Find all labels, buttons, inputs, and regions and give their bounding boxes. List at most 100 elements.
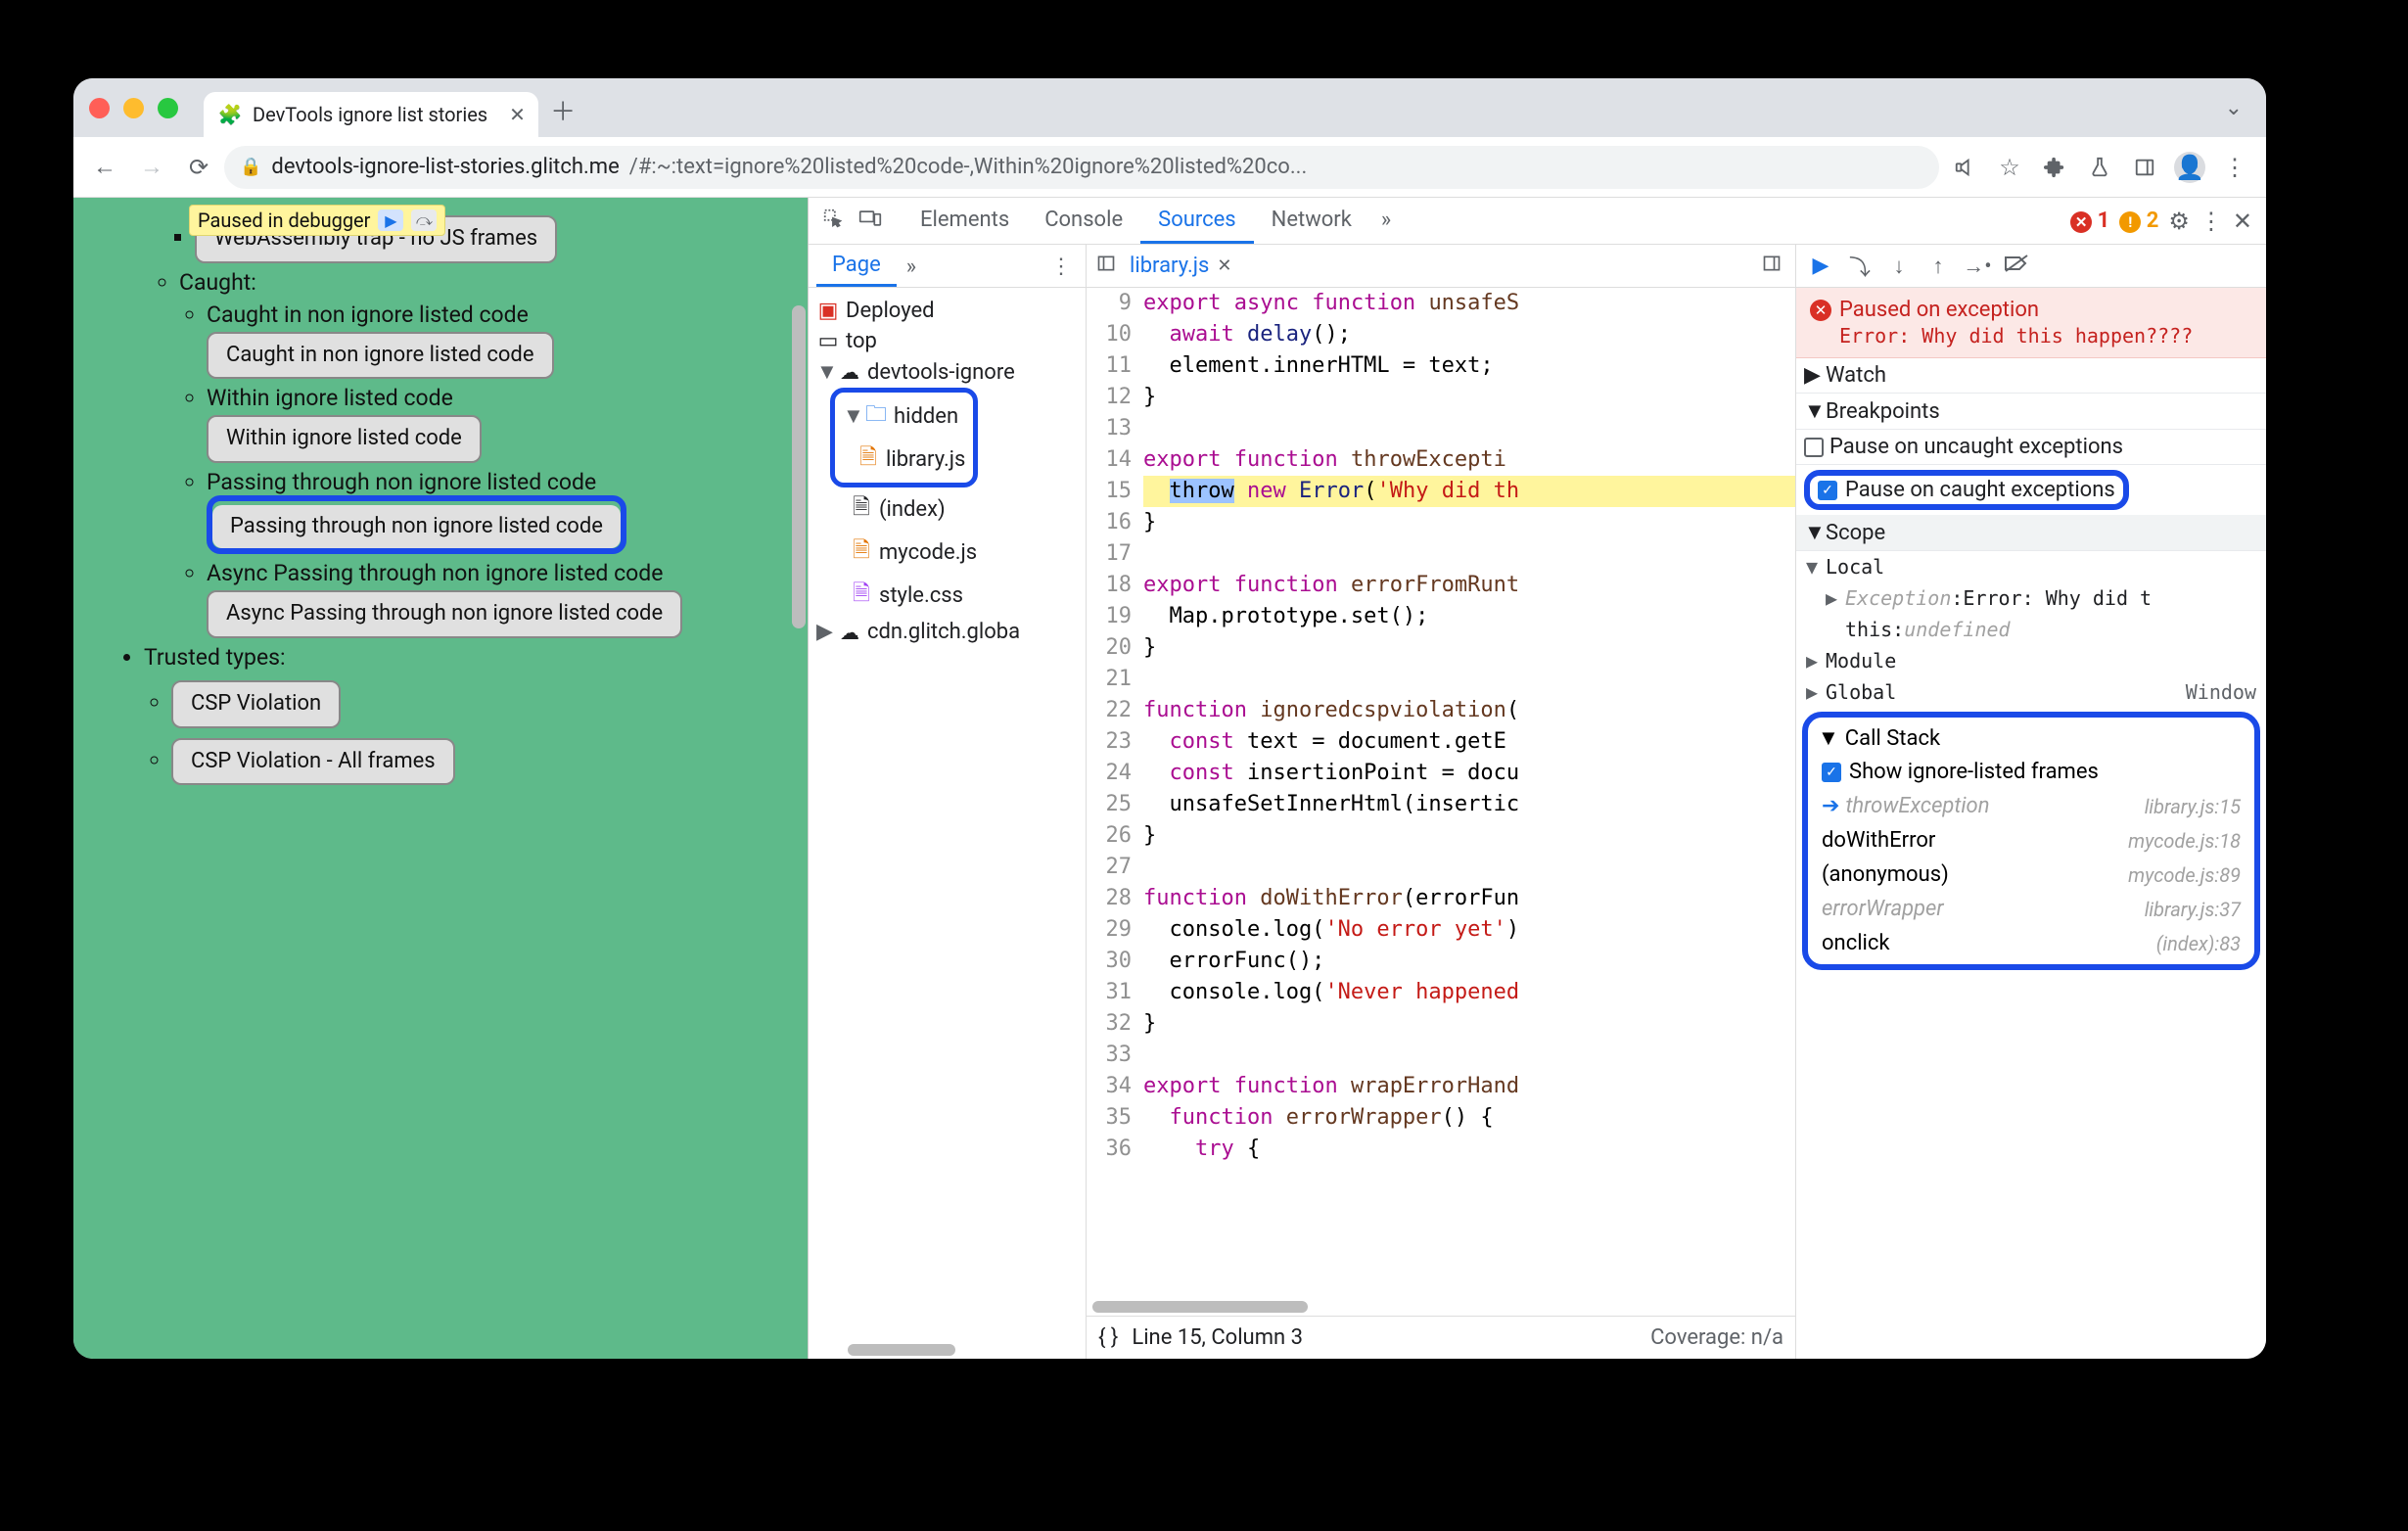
- minimize-window-icon[interactable]: [123, 98, 144, 118]
- editor-hscrollbar[interactable]: [1092, 1301, 1308, 1313]
- resume-icon[interactable]: ▶: [1804, 254, 1837, 278]
- tree-domain[interactable]: ▼ ☁ devtools-ignore: [812, 356, 1082, 388]
- scope-module[interactable]: ▶Module: [1796, 645, 2266, 676]
- lock-icon[interactable]: 🔒: [240, 157, 261, 177]
- code-line[interactable]: 9export async function unsafeS: [1087, 288, 1795, 319]
- callstack-frame[interactable]: errorWrapperlibrary.js:37: [1808, 892, 2254, 926]
- editor-tab-library[interactable]: library.js ✕: [1120, 250, 1241, 282]
- tab-network[interactable]: Network: [1254, 198, 1369, 244]
- show-ignored-row[interactable]: ✓ Show ignore-listed frames: [1808, 755, 2254, 789]
- scope-this[interactable]: this: undefined: [1796, 614, 2266, 645]
- bp-caught-row[interactable]: ✓ Pause on caught exceptions: [1796, 465, 2266, 515]
- tree-cdn[interactable]: ▶ ☁ cdn.glitch.globa: [812, 617, 1082, 647]
- code-line[interactable]: 19 Map.prototype.set();: [1087, 601, 1795, 632]
- code-line[interactable]: 24 const insertionPoint = docu: [1087, 758, 1795, 789]
- step-over-icon[interactable]: ⤵: [1843, 251, 1876, 282]
- reload-button[interactable]: ⟳: [177, 146, 220, 189]
- test-button[interactable]: CSP Violation: [171, 680, 341, 728]
- code-line[interactable]: 16}: [1087, 507, 1795, 538]
- code-line[interactable]: 13: [1087, 413, 1795, 444]
- code-line[interactable]: 28function doWithError(errorFun: [1087, 883, 1795, 914]
- code-line[interactable]: 11 element.innerHTML = text;: [1087, 350, 1795, 382]
- devtools-menu-icon[interactable]: ⋮: [2200, 208, 2223, 235]
- share-icon[interactable]: [1943, 146, 1986, 189]
- code-line[interactable]: 23 const text = document.getE: [1087, 726, 1795, 758]
- callstack-frame[interactable]: onclick(index):83: [1808, 926, 2254, 960]
- code-line[interactable]: 36 try {: [1087, 1134, 1795, 1165]
- code-line[interactable]: 17: [1087, 538, 1795, 570]
- tree-file-style[interactable]: 🗎 style.css: [812, 574, 1082, 617]
- code-line[interactable]: 29 console.log('No error yet'): [1087, 914, 1795, 946]
- scope-section[interactable]: ▼Scope: [1796, 515, 2266, 551]
- maximize-window-icon[interactable]: [158, 98, 178, 118]
- resume-button[interactable]: ▶: [378, 209, 403, 231]
- code-line[interactable]: 27: [1087, 852, 1795, 883]
- chrome-menu-icon[interactable]: ⋮: [2213, 146, 2256, 189]
- callstack-frame[interactable]: (anonymous)mycode.js:89: [1808, 858, 2254, 892]
- close-tab-icon[interactable]: ✕: [509, 103, 525, 126]
- tabs-overflow-icon[interactable]: ⌄: [2225, 96, 2243, 120]
- tab-elements[interactable]: Elements: [903, 198, 1027, 244]
- code-area[interactable]: 9export async function unsafeS10 await d…: [1087, 288, 1795, 1298]
- settings-icon[interactable]: ⚙: [2168, 208, 2190, 235]
- checkbox-uncaught[interactable]: [1804, 438, 1824, 457]
- code-line[interactable]: 33: [1087, 1040, 1795, 1071]
- bp-uncaught-row[interactable]: Pause on uncaught exceptions: [1796, 430, 2266, 465]
- warning-indicator[interactable]: ! 2: [2119, 209, 2158, 233]
- tree-file-library[interactable]: 🗎 library.js: [839, 438, 969, 481]
- scope-global[interactable]: ▶GlobalWindow: [1796, 676, 2266, 708]
- code-line[interactable]: 30 errorFunc();: [1087, 946, 1795, 977]
- inspect-icon[interactable]: [816, 208, 850, 235]
- tree-file-index[interactable]: 🗎 (index): [812, 487, 1082, 531]
- labs-icon[interactable]: [2078, 146, 2121, 189]
- code-line[interactable]: 21: [1087, 664, 1795, 695]
- test-button[interactable]: Passing through non ignore listed code: [212, 505, 621, 549]
- checkbox-show-ignored[interactable]: ✓: [1822, 763, 1841, 782]
- code-line[interactable]: 12}: [1087, 382, 1795, 413]
- tree-deployed[interactable]: ▣ Deployed: [812, 296, 1082, 326]
- tree-top[interactable]: ▭ top: [812, 326, 1082, 356]
- scope-exception[interactable]: ▶Exception: Error: Why did t: [1796, 582, 2266, 614]
- step-out-icon[interactable]: ↑: [1922, 254, 1955, 279]
- callstack-header[interactable]: ▼Call Stack: [1808, 721, 2254, 755]
- step-over-button[interactable]: ⤼: [411, 209, 437, 231]
- navigator-more-icon[interactable]: »: [897, 245, 926, 287]
- profile-icon[interactable]: 👤: [2168, 146, 2211, 189]
- back-button[interactable]: ←: [83, 146, 126, 189]
- code-line[interactable]: 10 await delay();: [1087, 319, 1795, 350]
- test-button[interactable]: Caught in non ignore listed code: [207, 332, 554, 380]
- address-bar[interactable]: 🔒 devtools-ignore-list-stories.glitch.me…: [224, 146, 1939, 189]
- test-button[interactable]: Async Passing through non ignore listed …: [207, 590, 682, 638]
- bookmark-icon[interactable]: ☆: [1988, 146, 2031, 189]
- code-line[interactable]: 34export function wrapErrorHand: [1087, 1071, 1795, 1102]
- close-devtools-icon[interactable]: ✕: [2233, 208, 2252, 235]
- new-tab-button[interactable]: ＋: [550, 92, 576, 128]
- tree-folder-hidden[interactable]: ▼ 🗀 hidden: [839, 394, 969, 438]
- braces-icon[interactable]: { }: [1098, 1325, 1118, 1350]
- code-line[interactable]: 15 throw new Error('Why did th: [1087, 476, 1795, 507]
- more-tabs-icon[interactable]: »: [1369, 198, 1403, 244]
- navigator-menu-icon[interactable]: ⋮: [1037, 245, 1086, 287]
- close-file-icon[interactable]: ✕: [1217, 255, 1231, 276]
- code-line[interactable]: 26}: [1087, 820, 1795, 852]
- show-navigator-icon[interactable]: [1092, 254, 1120, 279]
- code-line[interactable]: 35 function errorWrapper() {: [1087, 1102, 1795, 1134]
- breakpoints-section[interactable]: ▼Breakpoints: [1796, 394, 2266, 430]
- code-line[interactable]: 31 console.log('Never happened: [1087, 977, 1795, 1008]
- device-toggle-icon[interactable]: [854, 208, 887, 235]
- tab-sources[interactable]: Sources: [1140, 198, 1254, 244]
- navigator-tab-page[interactable]: Page: [816, 245, 897, 287]
- code-line[interactable]: 22function ignoredcspviolation(: [1087, 695, 1795, 726]
- callstack-frame[interactable]: doWithErrormycode.js:18: [1808, 823, 2254, 858]
- side-panel-icon[interactable]: [2123, 146, 2166, 189]
- code-line[interactable]: 18export function errorFromRunt: [1087, 570, 1795, 601]
- step-icon[interactable]: →•: [1961, 254, 1994, 279]
- test-button[interactable]: CSP Violation - All frames: [171, 738, 455, 786]
- extensions-icon[interactable]: [2033, 146, 2076, 189]
- watch-section[interactable]: ▶Watch: [1796, 358, 2266, 394]
- code-line[interactable]: 20}: [1087, 632, 1795, 664]
- tab-console[interactable]: Console: [1027, 198, 1140, 244]
- code-line[interactable]: 14export function throwExcepti: [1087, 444, 1795, 476]
- test-button[interactable]: Within ignore listed code: [207, 415, 482, 463]
- navigator-hscrollbar[interactable]: [848, 1344, 955, 1356]
